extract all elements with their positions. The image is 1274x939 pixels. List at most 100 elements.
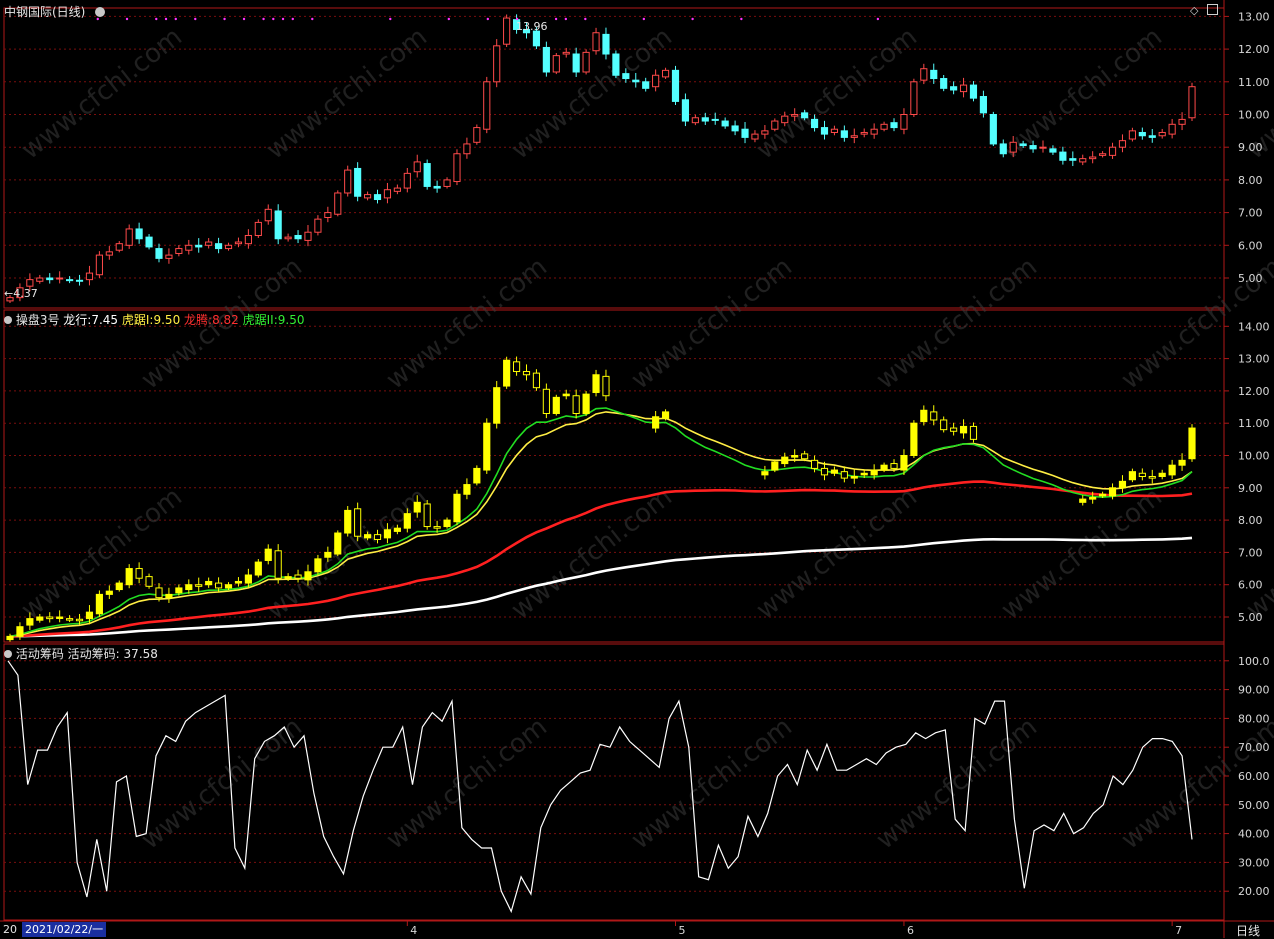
candle-body[interactable]	[1059, 151, 1067, 161]
candle-body[interactable]	[542, 46, 550, 73]
indicator-body[interactable]	[532, 372, 541, 389]
indicator-body[interactable]	[115, 582, 123, 591]
candle[interactable]	[503, 14, 511, 48]
indicator-body[interactable]	[443, 519, 451, 528]
candle-body[interactable]	[403, 172, 411, 189]
indicator-body[interactable]	[890, 463, 898, 469]
candle-body[interactable]	[880, 123, 888, 130]
maximize-icon[interactable]	[1206, 4, 1218, 15]
candle-body[interactable]	[244, 234, 252, 245]
indicator-candle[interactable]	[503, 356, 511, 389]
candle-body[interactable]	[254, 221, 262, 236]
indicator-body[interactable]	[224, 584, 233, 589]
candle-body[interactable]	[989, 114, 997, 145]
indicator-body[interactable]	[215, 582, 223, 589]
indicator-body[interactable]	[1168, 464, 1176, 476]
indicator-body[interactable]	[36, 616, 44, 621]
candle-body[interactable]	[1079, 158, 1087, 163]
candle-body[interactable]	[830, 128, 838, 133]
indicator-body[interactable]	[950, 427, 958, 432]
candle-body[interactable]	[383, 189, 392, 199]
candle[interactable]	[254, 219, 262, 238]
indicator-body[interactable]	[433, 526, 441, 529]
indicator-body[interactable]	[423, 503, 431, 528]
candle-body[interactable]	[602, 33, 610, 55]
indicator-body[interactable]	[56, 616, 64, 619]
candle-body[interactable]	[1168, 123, 1176, 135]
candle-body[interactable]	[999, 143, 1007, 155]
indicator-body[interactable]	[145, 576, 153, 587]
indicator-candle[interactable]	[254, 559, 262, 578]
candle-body[interactable]	[304, 231, 312, 241]
candle-body[interactable]	[135, 228, 143, 240]
indicator-body[interactable]	[294, 574, 302, 579]
candle-body[interactable]	[959, 84, 968, 93]
candle-body[interactable]	[632, 79, 640, 83]
candle-body[interactable]	[26, 279, 34, 287]
candle-body[interactable]	[284, 236, 292, 240]
indicator-candle[interactable]	[582, 391, 590, 416]
candle-body[interactable]	[801, 112, 809, 119]
indicator-body[interactable]	[334, 532, 342, 555]
indicator-body[interactable]	[354, 508, 362, 537]
indicator-body[interactable]	[900, 455, 908, 471]
candle-body[interactable]	[215, 243, 223, 250]
indicator-body[interactable]	[165, 593, 173, 599]
candle-body[interactable]	[493, 45, 501, 83]
indicator-candle[interactable]	[910, 420, 918, 458]
candle-body[interactable]	[473, 127, 481, 143]
candle-body[interactable]	[652, 74, 660, 88]
candle[interactable]	[671, 65, 680, 105]
indicator-body[interactable]	[1089, 496, 1097, 500]
candle-body[interactable]	[691, 117, 699, 124]
indicator-body[interactable]	[205, 580, 213, 586]
candle-body[interactable]	[681, 99, 690, 122]
indicator-body[interactable]	[791, 455, 799, 458]
candle-body[interactable]	[294, 234, 302, 240]
indicator-candle[interactable]	[483, 418, 491, 474]
indicator-body[interactable]	[274, 550, 282, 579]
candle-body[interactable]	[562, 51, 570, 55]
indicator-candle[interactable]	[354, 502, 362, 542]
candle-body[interactable]	[920, 68, 928, 81]
candle-body[interactable]	[642, 81, 650, 89]
indicator-body[interactable]	[959, 425, 968, 434]
candle-body[interactable]	[860, 131, 868, 135]
candle-body[interactable]	[910, 81, 918, 116]
candle-body[interactable]	[66, 279, 74, 282]
candle-body[interactable]	[324, 212, 332, 219]
candle-body[interactable]	[870, 128, 878, 135]
candle-body[interactable]	[979, 96, 987, 114]
candle-body[interactable]	[443, 179, 451, 187]
candle-body[interactable]	[105, 251, 113, 256]
indicator-body[interactable]	[16, 626, 24, 637]
candle-body[interactable]	[423, 163, 431, 187]
candle-body[interactable]	[572, 53, 580, 73]
candle[interactable]	[334, 190, 342, 217]
indicator-candle[interactable]	[95, 590, 103, 617]
candle-body[interactable]	[354, 167, 362, 197]
indicator-body[interactable]	[254, 561, 262, 576]
candle-body[interactable]	[622, 73, 630, 80]
candle-body[interactable]	[781, 115, 789, 124]
candle-body[interactable]	[503, 17, 511, 45]
indicator-body[interactable]	[66, 618, 74, 621]
candle-body[interactable]	[1009, 141, 1017, 153]
indicator-body[interactable]	[522, 371, 531, 376]
candle-body[interactable]	[145, 236, 153, 248]
indicator-body[interactable]	[383, 529, 392, 539]
indicator-body[interactable]	[592, 374, 600, 394]
indicator-body[interactable]	[920, 409, 928, 423]
period-label[interactable]: 日线	[1236, 922, 1260, 939]
indicator-body[interactable]	[801, 453, 809, 460]
candle[interactable]	[910, 78, 918, 117]
indicator-body[interactable]	[850, 475, 858, 479]
indicator-body[interactable]	[1079, 498, 1087, 503]
indicator-body[interactable]	[473, 467, 481, 484]
indicator-body[interactable]	[930, 411, 938, 421]
panel-settings-icon[interactable]	[4, 316, 12, 324]
indicator-body[interactable]	[195, 584, 203, 587]
indicator-body[interactable]	[1178, 459, 1186, 466]
candle-body[interactable]	[1029, 145, 1037, 150]
candle-body[interactable]	[1049, 148, 1057, 153]
